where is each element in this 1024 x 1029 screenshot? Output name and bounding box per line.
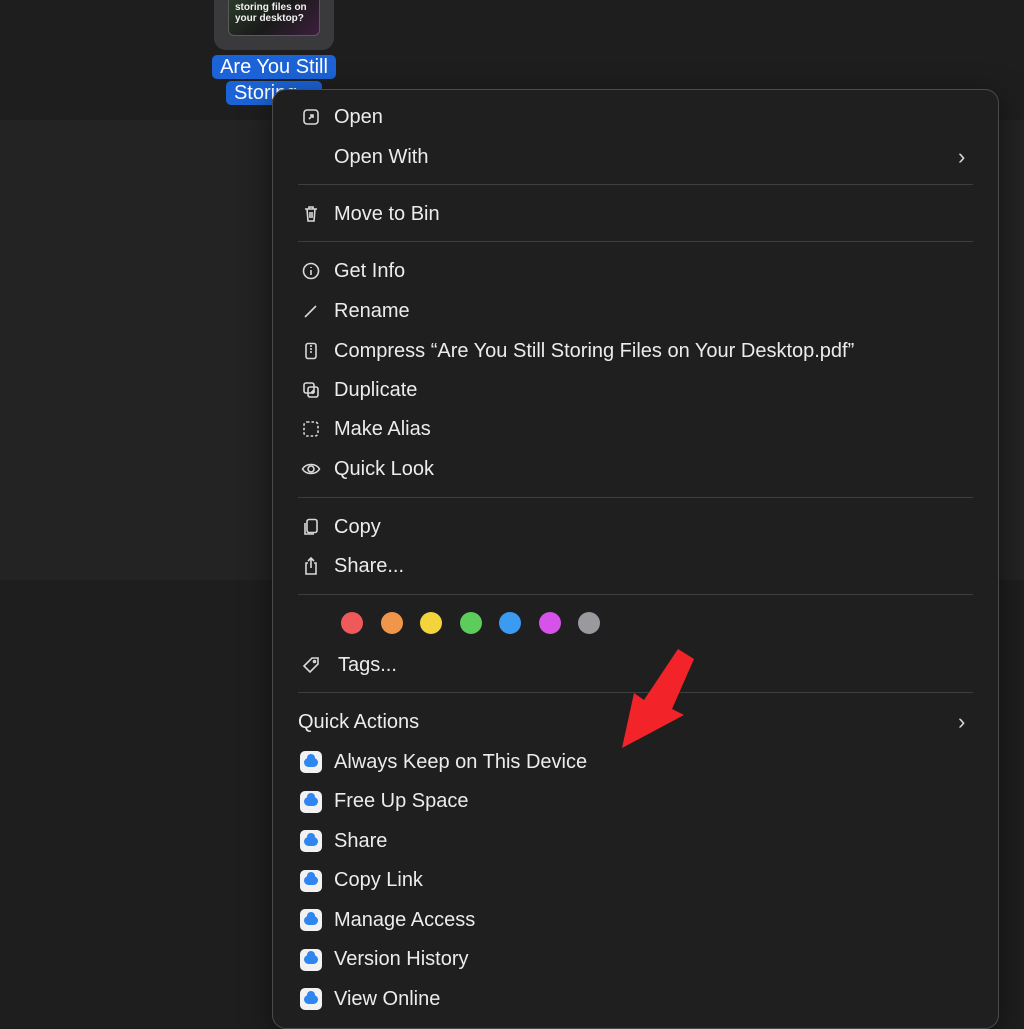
menu-item-label: Manage Access bbox=[334, 908, 476, 931]
tag-blue[interactable] bbox=[499, 612, 521, 634]
menu-item-label: Free Up Space bbox=[334, 790, 469, 812]
menu-item-label: Always Keep on This Device bbox=[334, 750, 588, 773]
icloud-icon bbox=[300, 751, 322, 773]
menu-item-copy[interactable]: Copy bbox=[300, 510, 381, 544]
menu-item-label: Move to Bin bbox=[334, 202, 440, 225]
menu-item-label: Rename bbox=[334, 299, 410, 322]
file-preview: storing files on your desktop? bbox=[228, 0, 320, 36]
archive-icon bbox=[300, 340, 322, 362]
open-icon bbox=[300, 106, 322, 128]
menu-item-label: Open bbox=[334, 105, 383, 128]
copy-icon bbox=[300, 516, 322, 538]
menu-item-open[interactable]: Open bbox=[300, 100, 383, 134]
menu-item-label: Make Alias bbox=[334, 417, 431, 440]
tag-yellow[interactable] bbox=[420, 612, 442, 634]
tag-icon bbox=[300, 654, 322, 676]
blank-icon bbox=[300, 146, 322, 168]
pencil-icon bbox=[300, 300, 322, 322]
icloud-icon bbox=[300, 830, 322, 852]
tag-purple[interactable] bbox=[538, 612, 561, 634]
quick-action-item[interactable]: Version History bbox=[300, 943, 469, 977]
share-icon bbox=[300, 555, 322, 577]
menu-item-quick-look[interactable]: Quick Look bbox=[300, 452, 434, 486]
icloud-icon bbox=[300, 869, 322, 892]
menu-item-label: Version History bbox=[334, 948, 469, 970]
trash-icon bbox=[300, 203, 322, 225]
menu-item-move-to-bin[interactable]: Move to Bin bbox=[300, 197, 440, 231]
menu-item-share[interactable]: Share... bbox=[300, 549, 404, 583]
tag-green[interactable] bbox=[459, 612, 482, 634]
annotation-arrow bbox=[622, 649, 694, 748]
menu-item-label: Open With bbox=[334, 145, 429, 168]
menu-item-label: Quick Look bbox=[334, 457, 435, 480]
menu-item-duplicate[interactable]: Duplicate bbox=[300, 373, 417, 407]
menu-item-label: Share... bbox=[334, 554, 405, 577]
menu-item-label: Share bbox=[334, 829, 388, 852]
tag-red[interactable] bbox=[341, 612, 363, 634]
menu-item-compress[interactable]: Compress “Are You Still Storing Files on… bbox=[300, 334, 854, 368]
menu-item-label: Tags... bbox=[338, 653, 397, 676]
menu-item-make-alias[interactable]: Make Alias bbox=[300, 412, 431, 446]
file-name-line-1: Are You Still bbox=[212, 55, 336, 79]
preview-text: storing files on bbox=[235, 2, 307, 13]
icloud-icon bbox=[300, 909, 322, 931]
menu-separator bbox=[298, 497, 973, 498]
quick-action-item[interactable]: Share bbox=[300, 824, 387, 858]
menu-separator bbox=[298, 184, 973, 185]
quick-action-item[interactable]: Free Up Space bbox=[300, 785, 469, 819]
menu-item-label: Quick Actions bbox=[298, 710, 420, 733]
tag-gray[interactable] bbox=[578, 612, 600, 634]
chevron-right-icon: › bbox=[958, 144, 966, 169]
icloud-icon bbox=[300, 988, 322, 1010]
menu-item-label: Compress “Are You Still Storing Files on… bbox=[334, 339, 855, 362]
chevron-right-icon: › bbox=[958, 709, 966, 734]
duplicate-icon bbox=[300, 379, 322, 401]
alias-icon bbox=[300, 418, 322, 440]
menu-item-label: Get Info bbox=[334, 259, 406, 282]
tag-orange[interactable] bbox=[380, 612, 403, 634]
menu-separator bbox=[298, 594, 973, 595]
menu-item-label: Copy Link bbox=[334, 869, 423, 891]
menu-item-label: Duplicate bbox=[334, 378, 418, 401]
icloud-icon bbox=[300, 948, 322, 971]
quick-action-item[interactable]: View Online bbox=[300, 982, 440, 1016]
menu-item-label: Copy bbox=[334, 515, 381, 538]
preview-text: your desktop? bbox=[235, 13, 304, 24]
menu-separator bbox=[298, 241, 973, 242]
quick-action-item[interactable]: Copy Link bbox=[300, 864, 423, 898]
menu-item-rename[interactable]: Rename bbox=[300, 294, 410, 328]
menu-item-tags[interactable]: Tags... bbox=[300, 648, 397, 682]
icloud-icon bbox=[300, 790, 322, 813]
menu-item-open-with[interactable]: Open With bbox=[300, 140, 428, 174]
quick-action-item[interactable]: Always Keep on This Device bbox=[300, 745, 587, 779]
quick-action-item[interactable]: Manage Access bbox=[300, 903, 475, 937]
info-icon bbox=[300, 260, 322, 282]
menu-item-label: View Online bbox=[334, 987, 441, 1010]
eye-icon bbox=[300, 458, 322, 480]
menu-item-quick-actions[interactable]: Quick Actions bbox=[298, 705, 419, 739]
menu-item-get-info[interactable]: Get Info bbox=[300, 254, 405, 288]
